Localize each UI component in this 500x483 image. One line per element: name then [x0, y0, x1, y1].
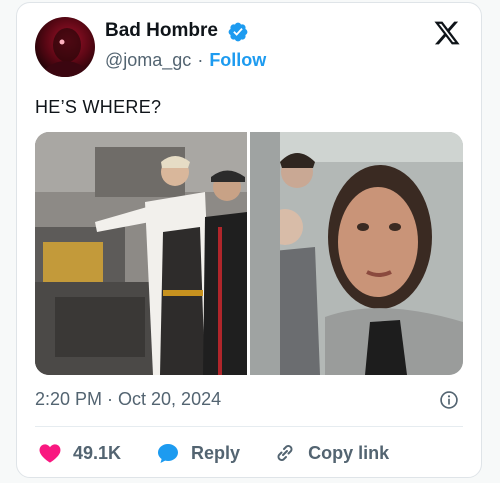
- action-bar: 49.1K Reply Copy link: [37, 439, 389, 467]
- left-photo-fryer[interactable]: [35, 132, 247, 375]
- author-name[interactable]: Bad Hombre: [105, 20, 218, 42]
- tweet-media[interactable]: [35, 132, 463, 375]
- x-logo-icon[interactable]: [433, 19, 461, 47]
- media-divider: [247, 132, 250, 375]
- avatar[interactable]: [35, 17, 95, 77]
- like-button[interactable]: 49.1K: [37, 441, 121, 465]
- tweet-timestamp[interactable]: 2:20 PM · Oct 20, 2024: [35, 389, 221, 410]
- handle-row: @joma_gc · Follow: [105, 50, 266, 71]
- follow-button[interactable]: Follow: [209, 50, 266, 70]
- copy-link-button[interactable]: Copy link: [272, 441, 389, 465]
- heart-icon: [39, 444, 61, 463]
- link-icon: [277, 445, 293, 461]
- verified-badge-icon: [228, 22, 248, 42]
- author-handle[interactable]: @joma_gc: [105, 50, 191, 70]
- action-divider: [35, 426, 463, 427]
- like-count: 49.1K: [73, 442, 122, 463]
- separator-dot: ·: [197, 50, 204, 70]
- right-photo-portrait[interactable]: [250, 132, 463, 375]
- speech-bubble-icon: [158, 444, 179, 463]
- copy-link-label: Copy link: [308, 442, 390, 463]
- tweet-card: Bad Hombre @joma_gc ·Follow HE’S WHERE?: [16, 2, 482, 478]
- reply-label: Reply: [191, 442, 241, 463]
- reply-button[interactable]: Reply: [155, 441, 240, 465]
- tweet-text: HE’S WHERE?: [35, 97, 162, 117]
- info-icon[interactable]: [439, 390, 459, 410]
